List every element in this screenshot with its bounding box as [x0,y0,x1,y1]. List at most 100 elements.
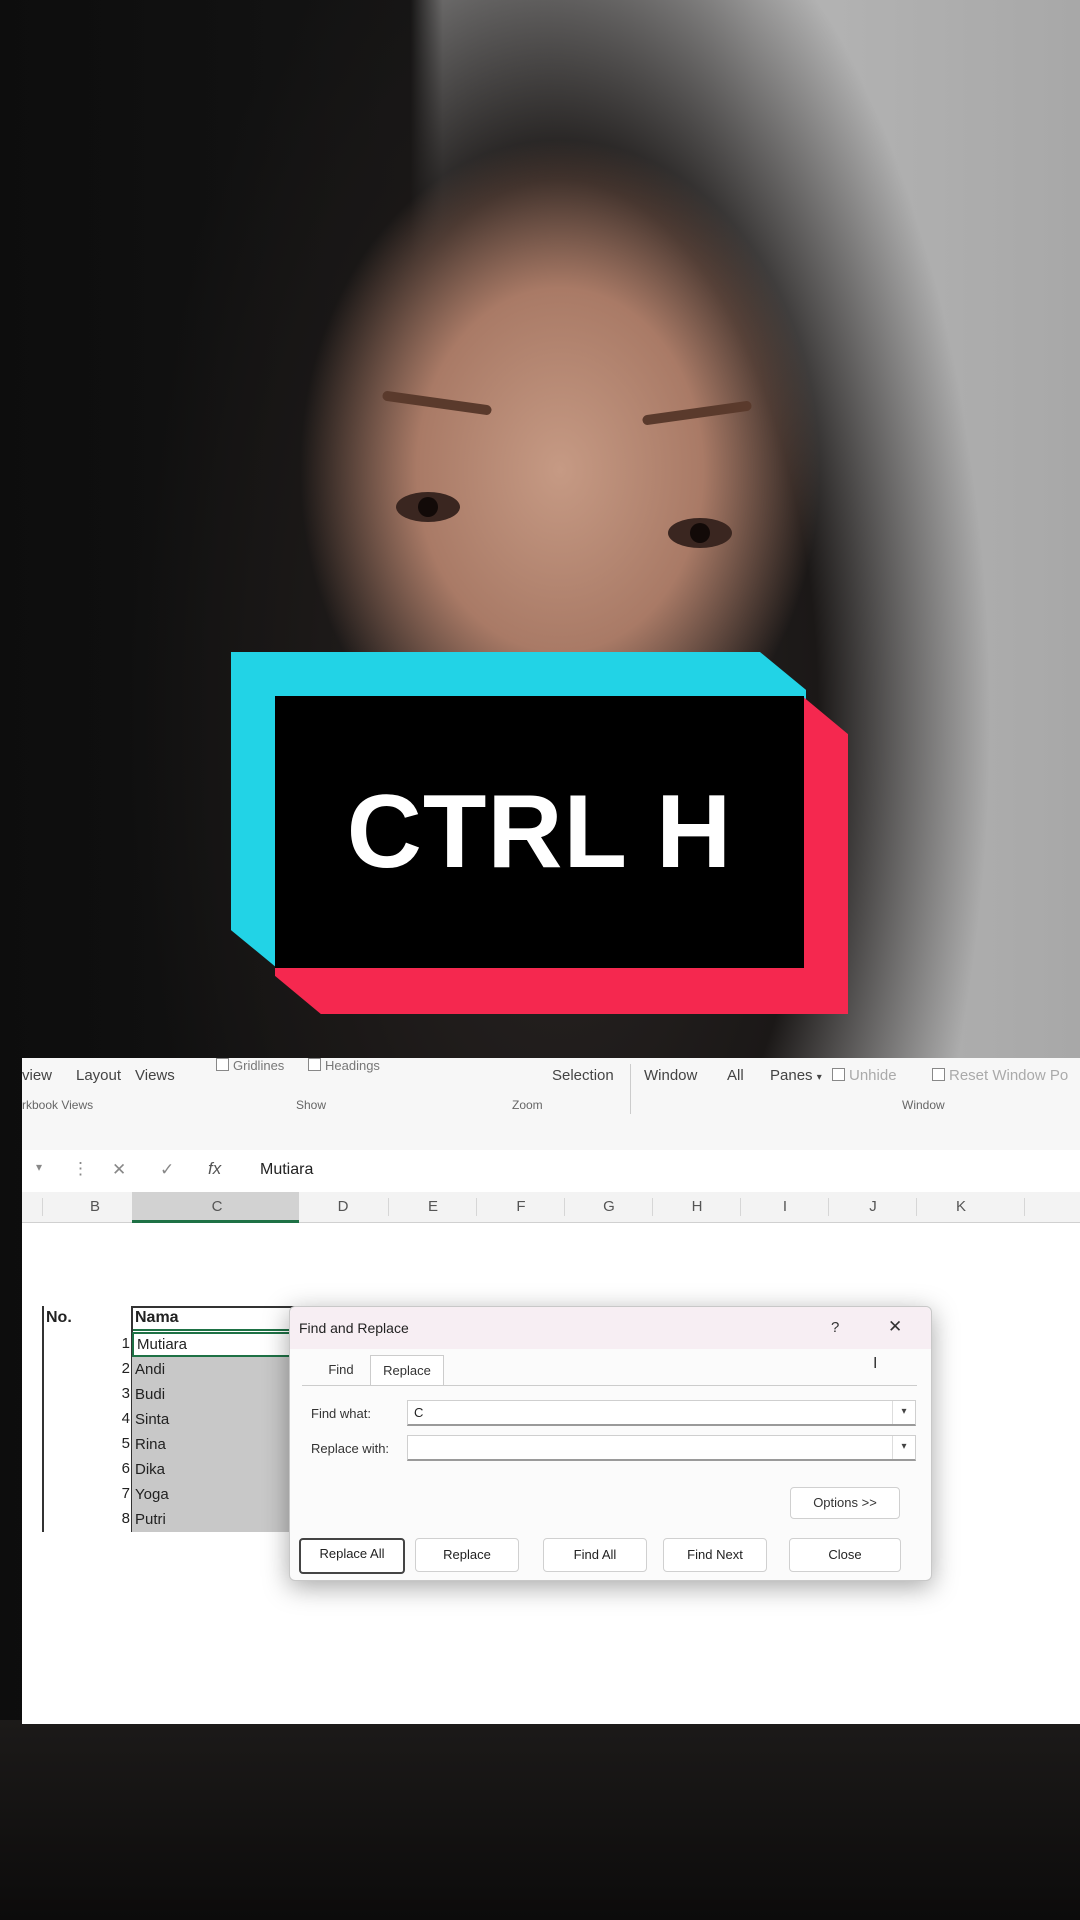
row-number: 1 [121,1335,130,1352]
header-nama[interactable]: Nama [135,1309,179,1327]
ribbon-tab-views[interactable]: Views [135,1067,175,1084]
unhide-label: Unhide [849,1067,897,1084]
name-box-chevron-icon[interactable]: ▾ [36,1160,42,1174]
column-header-f[interactable]: F [506,1198,536,1215]
function-icon[interactable]: fx [208,1159,221,1179]
column-header-e[interactable]: E [418,1198,448,1215]
find-all-button[interactable]: Find All [543,1538,647,1572]
formula-bar-divider-icon: ⋮ [72,1159,89,1178]
replace-with-input[interactable]: ▾ [407,1435,916,1461]
table-header-border [132,1329,299,1331]
column-header-c[interactable]: C [202,1198,232,1215]
column-divider [388,1198,389,1216]
tab-find[interactable]: Find [316,1355,366,1385]
headings-label: Headings [325,1058,380,1073]
name-cell[interactable]: Mutiara [132,1332,299,1357]
new-window-button[interactable]: Window [644,1067,697,1084]
tab-replace[interactable]: Replace [370,1355,444,1386]
row-number: 6 [121,1460,130,1477]
cancel-icon[interactable]: ✕ [112,1160,126,1180]
table-row[interactable]: 2 Andi [22,1357,322,1382]
column-header-j[interactable]: J [858,1198,888,1215]
table-row[interactable]: 7 Yoga [22,1482,322,1507]
table-row[interactable]: 4 Sinta [22,1407,322,1432]
column-header-i[interactable]: I [770,1198,800,1215]
column-divider [828,1198,829,1216]
tab-panel-border [302,1385,917,1386]
left-eye [396,492,460,522]
row-number: 4 [121,1410,130,1427]
replace-with-label: Replace with: [311,1441,390,1456]
name-cell[interactable]: Dika [132,1457,299,1482]
checkbox-icon [308,1058,321,1071]
name-cell[interactable]: Sinta [132,1407,299,1432]
arrange-all-button[interactable]: All [727,1067,744,1084]
ribbon: view Layout Views Gridlines Headings Sel… [22,1058,1080,1151]
chevron-down-icon: ▾ [816,1072,822,1083]
group-label-workbook-views: rkbook Views [22,1098,94,1112]
unhide-icon [832,1068,845,1081]
help-icon[interactable]: ? [831,1319,839,1336]
table-row[interactable]: 1 Mutiara [22,1332,322,1357]
replace-button[interactable]: Replace [415,1538,519,1572]
name-cell[interactable]: Budi [132,1382,299,1407]
name-cell[interactable]: Andi [132,1357,299,1382]
freeze-panes-button[interactable]: Panes ▾ [770,1067,822,1084]
column-divider [564,1198,565,1216]
find-what-input[interactable]: C ▾ [407,1400,916,1426]
replace-all-button[interactable]: Replace All [299,1538,405,1574]
column-header-b[interactable]: B [80,1198,110,1215]
table-row[interactable]: 5 Rina [22,1432,322,1457]
row-number: 2 [121,1360,130,1377]
formula-value[interactable]: Mutiara [260,1161,313,1179]
group-label-zoom: Zoom [512,1098,543,1112]
group-label-show: Show [296,1098,327,1112]
column-divider [1024,1198,1025,1216]
find-what-label: Find what: [311,1406,371,1421]
row-number: 8 [121,1510,130,1527]
name-cell[interactable]: Rina [132,1432,299,1457]
zoom-to-selection[interactable]: Selection [552,1067,614,1084]
reset-window-icon [932,1068,945,1081]
column-header-k[interactable]: K [946,1198,976,1215]
find-next-button[interactable]: Find Next [663,1538,767,1572]
close-button[interactable]: Close [789,1538,901,1572]
column-divider [42,1198,43,1216]
reset-window-label: Reset Window Po [949,1067,1069,1084]
right-eye [668,518,732,548]
table-row[interactable]: 3 Budi [22,1382,322,1407]
column-header-h[interactable]: H [682,1198,712,1215]
dialog-title: Find and Replace [299,1320,409,1336]
column-headers: B C D E F G H I J K [22,1192,1080,1223]
ribbon-tab-layout[interactable]: Layout [76,1067,121,1084]
column-divider [916,1198,917,1216]
enter-icon[interactable]: ✓ [160,1160,174,1180]
gridlines-check[interactable]: Gridlines [216,1058,284,1073]
column-header-g[interactable]: G [594,1198,624,1215]
close-icon[interactable]: ✕ [888,1317,902,1337]
ribbon-separator [630,1064,631,1114]
chevron-down-icon[interactable]: ▾ [892,1401,915,1424]
name-cell[interactable]: Yoga [132,1482,299,1507]
ribbon-tab-view[interactable]: view [22,1067,52,1084]
table-row[interactable]: 6 Dika [22,1457,322,1482]
headings-check[interactable]: Headings [308,1058,380,1073]
shortcut-badge: CTRL H [231,652,848,1014]
text-cursor-icon: I [873,1355,878,1372]
name-cell[interactable]: Putri [132,1507,299,1532]
chevron-down-icon[interactable]: ▾ [892,1436,915,1459]
column-header-d[interactable]: D [328,1198,358,1215]
options-button[interactable]: Options >> [790,1487,900,1519]
column-divider [740,1198,741,1216]
unhide-button[interactable]: Unhide [832,1067,897,1084]
reset-window-position-button[interactable]: Reset Window Po [932,1067,1068,1084]
row-number: 3 [121,1385,130,1402]
table-top-border [132,1306,299,1308]
header-no[interactable]: No. [46,1309,72,1327]
row-number: 7 [121,1485,130,1502]
background-bottom [0,1720,1080,1920]
table-row[interactable]: 8 Putri [22,1507,322,1532]
dialog-titlebar[interactable]: Find and Replace ? ✕ [290,1307,931,1349]
gridlines-label: Gridlines [233,1058,285,1073]
column-divider [652,1198,653,1216]
